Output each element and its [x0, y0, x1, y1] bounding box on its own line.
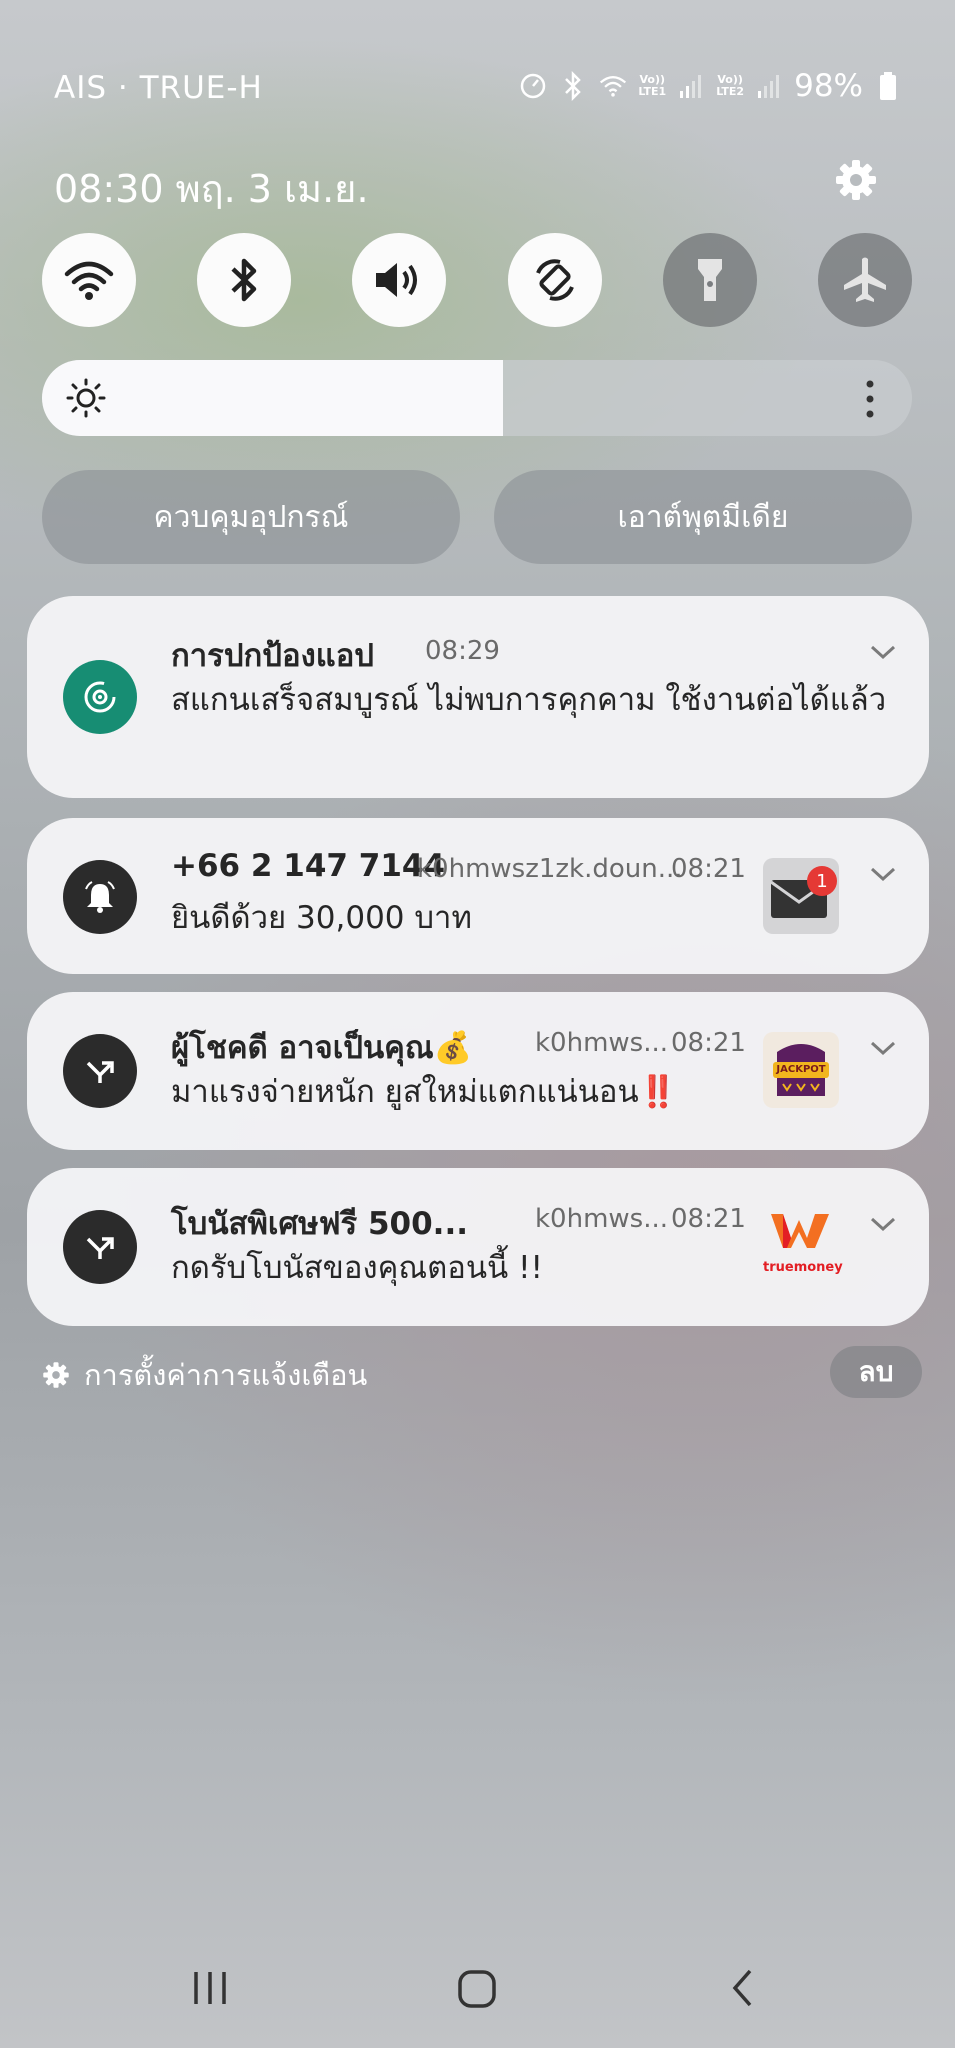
notification-title: ผู้โชคดี อาจเป็นคุณ💰	[171, 1030, 473, 1066]
notification-source: k0hmwsz1zk.doun...	[417, 854, 683, 884]
notification-body: มาแรงจ่ายหนัก ยูสใหม่แตกแน่นอน‼️	[171, 1074, 678, 1110]
notification-title: การปกป้องแอป	[171, 638, 374, 674]
truemoney-thumbnail: truemoney	[763, 1208, 843, 1284]
settings-gear-icon[interactable]	[834, 158, 878, 202]
airplane-icon	[843, 257, 886, 302]
notification-body: ยินดีด้วย 30,000 บาท	[171, 900, 472, 936]
notification-body: กดรับโบนัสของคุณตอนนี้ !!	[171, 1250, 543, 1286]
wifi-status-icon	[598, 71, 628, 101]
sound-toggle[interactable]	[352, 233, 447, 327]
notification-settings-label: การตั้งค่าการแจ้งเตือน	[84, 1358, 368, 1392]
lte1-indicator: Vo)) LTE1	[638, 74, 666, 98]
merge-arrow-icon	[63, 1210, 137, 1284]
settings-gear-icon	[43, 1362, 69, 1388]
auto-rotate-toggle[interactable]	[507, 233, 602, 327]
lte2-label: LTE2	[716, 85, 745, 98]
notification-source: k0hmws...	[535, 1204, 669, 1234]
more-options-icon[interactable]	[866, 380, 874, 418]
notification-body: สแกนเสร็จสมบูรณ์ ไม่พบการคุกคาม ใช้งานต่…	[171, 682, 887, 718]
notification-title: โบนัสพิเศษฟรี 500...	[171, 1206, 469, 1242]
signal-icon	[754, 71, 784, 101]
merge-arrow-icon	[63, 1034, 137, 1108]
notification-title: +66 2 147 7144	[171, 848, 446, 884]
home-icon[interactable]	[456, 1968, 498, 2010]
wifi-icon	[64, 261, 114, 300]
jackpot-thumbnail: JACKPOT	[763, 1032, 839, 1108]
brightness-slider[interactable]	[42, 360, 912, 436]
mail-thumbnail: 1	[763, 858, 839, 934]
back-icon[interactable]	[728, 1968, 758, 2008]
airplane-mode-toggle[interactable]	[817, 233, 912, 327]
signal-icon	[676, 71, 706, 101]
notification-jackpot[interactable]: ผู้โชคดี อาจเป็นคุณ💰 k0hmws... 08:21 มาแ…	[27, 992, 929, 1150]
flashlight-icon	[697, 259, 722, 301]
clear-all-button[interactable]: ลบ	[830, 1346, 922, 1398]
lte1-label: LTE1	[638, 85, 667, 98]
wifi-toggle[interactable]	[42, 233, 136, 327]
carrier-name: AIS · TRUE-H	[54, 70, 263, 106]
chevron-down-icon[interactable]	[869, 1214, 897, 1234]
lte2-indicator: Vo)) LTE2	[716, 74, 744, 98]
rotate-icon	[535, 259, 574, 301]
notification-time: 08:21	[671, 1028, 746, 1058]
data-saver-icon	[518, 71, 548, 101]
bell-icon	[63, 860, 137, 934]
chevron-down-icon[interactable]	[869, 642, 897, 662]
brightness-sun-icon	[66, 378, 106, 418]
truemoney-label: truemoney	[763, 1260, 843, 1275]
battery-icon	[873, 71, 903, 101]
recent-apps-icon[interactable]	[190, 1968, 230, 2008]
bluetooth-status-icon	[558, 71, 588, 101]
notification-time: 08:21	[671, 1204, 746, 1234]
notification-bonus[interactable]: โบนัสพิเศษฟรี 500... k0hmws... 08:21 กดร…	[27, 1168, 929, 1326]
notification-source: k0hmws...	[535, 1028, 669, 1058]
unread-badge: 1	[807, 866, 837, 896]
media-output-button[interactable]: เอาต์พุตมีเดีย	[494, 470, 912, 564]
bluetooth-icon	[231, 258, 257, 302]
notification-time: 08:29	[425, 636, 500, 666]
device-control-button[interactable]: ควบคุมอุปกรณ์	[42, 470, 460, 564]
chevron-down-icon[interactable]	[869, 864, 897, 884]
brightness-fill	[42, 360, 504, 436]
notification-time: 08:21	[671, 854, 746, 884]
battery-percent: 98%	[794, 68, 863, 104]
app-protection-icon	[63, 660, 137, 734]
flashlight-toggle[interactable]	[662, 233, 757, 327]
notification-settings-link[interactable]: การตั้งค่าการแจ้งเตือน	[42, 1352, 367, 1398]
notification-sms-prize[interactable]: +66 2 147 7144 k0hmwsz1zk.doun... 08:21 …	[27, 818, 929, 974]
bluetooth-toggle[interactable]	[197, 233, 292, 327]
panel-buttons: ควบคุมอุปกรณ์ เอาต์พุตมีเดีย	[42, 470, 912, 564]
truemoney-logo-icon	[771, 1214, 829, 1248]
quick-settings-row	[42, 233, 912, 327]
status-icons: Vo)) LTE1 Vo)) LTE2 98%	[518, 68, 903, 104]
navigation-bar	[0, 1960, 955, 2020]
speaker-icon	[376, 263, 418, 297]
notification-app-protection[interactable]: การปกป้องแอป 08:29 สแกนเสร็จสมบูรณ์ ไม่พ…	[27, 596, 929, 798]
jackpot-label: JACKPOT	[776, 1064, 826, 1075]
chevron-down-icon[interactable]	[869, 1038, 897, 1058]
date-time: 08:30 พฤ. 3 เม.ย.	[54, 167, 369, 211]
